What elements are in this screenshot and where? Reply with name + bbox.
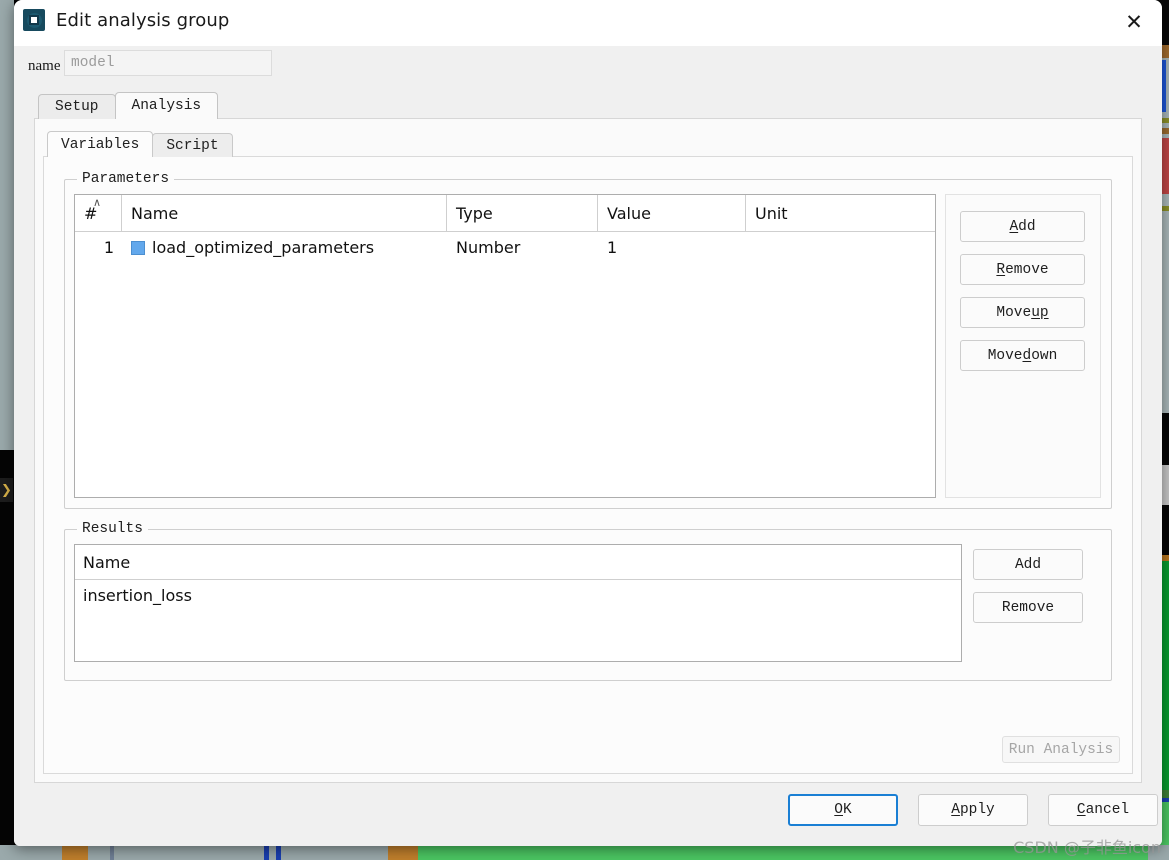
parameters-move-down-pre: Move	[987, 347, 1023, 364]
name-input[interactable]	[64, 50, 272, 76]
parameters-add-button-rest: dd	[1018, 218, 1036, 235]
tab-script[interactable]: Script	[152, 133, 233, 157]
bg-strip-bottom-orange	[62, 845, 88, 860]
nav-chevron-icon[interactable]: ❯	[0, 478, 13, 502]
results-button-column: Add Remove	[970, 544, 1103, 662]
bg-strip-bottom-blue1	[264, 845, 269, 860]
table-row[interactable]: 1 load_optimized_parameters Number 1	[75, 232, 935, 263]
list-item[interactable]: insertion_loss	[75, 580, 961, 610]
tab-variables[interactable]: Variables	[47, 131, 154, 157]
results-table[interactable]: Name insertion_loss	[74, 544, 962, 662]
row-value[interactable]: 1	[598, 232, 746, 263]
column-header-index[interactable]: ∧ #	[75, 195, 122, 231]
parameter-color-swatch-icon[interactable]	[131, 240, 145, 255]
analysis-group-tabs: Setup Analysis	[38, 92, 219, 119]
variables-tab-panel: Parameters ∧ # Name Type Value Unit 1 lo…	[43, 156, 1133, 774]
name-row: name	[14, 46, 1162, 90]
column-header-name[interactable]: Name	[122, 195, 447, 231]
results-group: Results Name insertion_loss Add Remove	[64, 521, 1112, 681]
mnemonic-a: A	[1009, 218, 1019, 235]
results-remove-button[interactable]: Remove	[973, 592, 1083, 623]
parameters-button-column: Add Remove Move up Move d own	[945, 194, 1101, 498]
ok-button-rest: K	[843, 802, 852, 818]
column-header-value[interactable]: Value	[598, 195, 746, 231]
parameters-add-button[interactable]: Add	[960, 211, 1085, 242]
name-label: name	[28, 58, 61, 74]
row-type[interactable]: Number	[447, 232, 598, 263]
parameters-group-title: Parameters	[77, 171, 175, 187]
parameters-table-header: ∧ # Name Type Value Unit	[75, 195, 935, 232]
results-column-header-name[interactable]: Name	[75, 545, 961, 580]
analysis-tab-panel: Variables Script Parameters ∧ # Name Typ…	[34, 118, 1142, 783]
bg-strip-left-bottom	[0, 450, 14, 860]
bg-strip-bottom-grayblue	[110, 845, 114, 860]
column-header-unit[interactable]: Unit	[746, 195, 935, 231]
parameters-remove-button-rest: emove	[1005, 261, 1049, 278]
column-header-type[interactable]: Type	[447, 195, 598, 231]
parameters-move-up-pre: Move	[996, 304, 1032, 321]
parameters-move-up-button[interactable]: Move up	[960, 297, 1085, 328]
bg-strip-bottom-orange2	[388, 845, 418, 860]
cancel-button-rest: ancel	[1085, 802, 1130, 818]
run-analysis-button[interactable]: Run Analysis	[1002, 736, 1120, 763]
row-name-cell[interactable]: load_optimized_parameters	[122, 232, 447, 263]
title-bar: Edit analysis group ✕	[14, 0, 1162, 46]
window-title: Edit analysis group	[56, 10, 230, 31]
results-group-title: Results	[77, 521, 148, 537]
row-index: 1	[103, 238, 114, 257]
mnemonic-o: O	[834, 802, 843, 818]
parameters-move-down-button[interactable]: Move d own	[960, 340, 1085, 371]
bg-strip-left-top	[0, 0, 14, 450]
close-icon[interactable]: ✕	[1106, 0, 1162, 44]
parameters-group: Parameters ∧ # Name Type Value Unit 1 lo…	[64, 171, 1112, 509]
edit-analysis-group-dialog: Edit analysis group ✕ name Setup Analysi…	[14, 0, 1162, 846]
mnemonic-a2: A	[951, 802, 960, 818]
cancel-button[interactable]: Cancel	[1048, 794, 1158, 826]
row-name-label: load_optimized_parameters	[152, 238, 375, 257]
mnemonic-c: C	[1076, 802, 1086, 818]
sort-ascending-icon: ∧	[93, 196, 102, 209]
parameters-table[interactable]: ∧ # Name Type Value Unit 1 load_optimize…	[74, 194, 936, 498]
mnemonic-d: d	[1022, 347, 1032, 364]
analysis-subtabs: Variables Script	[47, 131, 233, 157]
bg-strip-bottom-blue2	[276, 845, 281, 860]
bg-strip-bottom-green	[388, 845, 1148, 860]
lumerical-app-icon	[23, 9, 45, 31]
apply-button[interactable]: Apply	[918, 794, 1028, 826]
mnemonic-r: R	[996, 261, 1006, 278]
tab-setup[interactable]: Setup	[38, 94, 116, 119]
tab-analysis[interactable]: Analysis	[114, 92, 219, 119]
mnemonic-up: up	[1031, 304, 1049, 321]
parameters-remove-button[interactable]: Remove	[960, 254, 1085, 285]
results-add-button[interactable]: Add	[973, 549, 1083, 580]
apply-button-rest: pply	[959, 802, 995, 818]
ok-button[interactable]: OK	[788, 794, 898, 826]
parameters-move-down-rest: own	[1031, 347, 1058, 364]
row-unit[interactable]	[746, 232, 935, 263]
dialog-footer: OK Apply Cancel	[14, 783, 1162, 846]
